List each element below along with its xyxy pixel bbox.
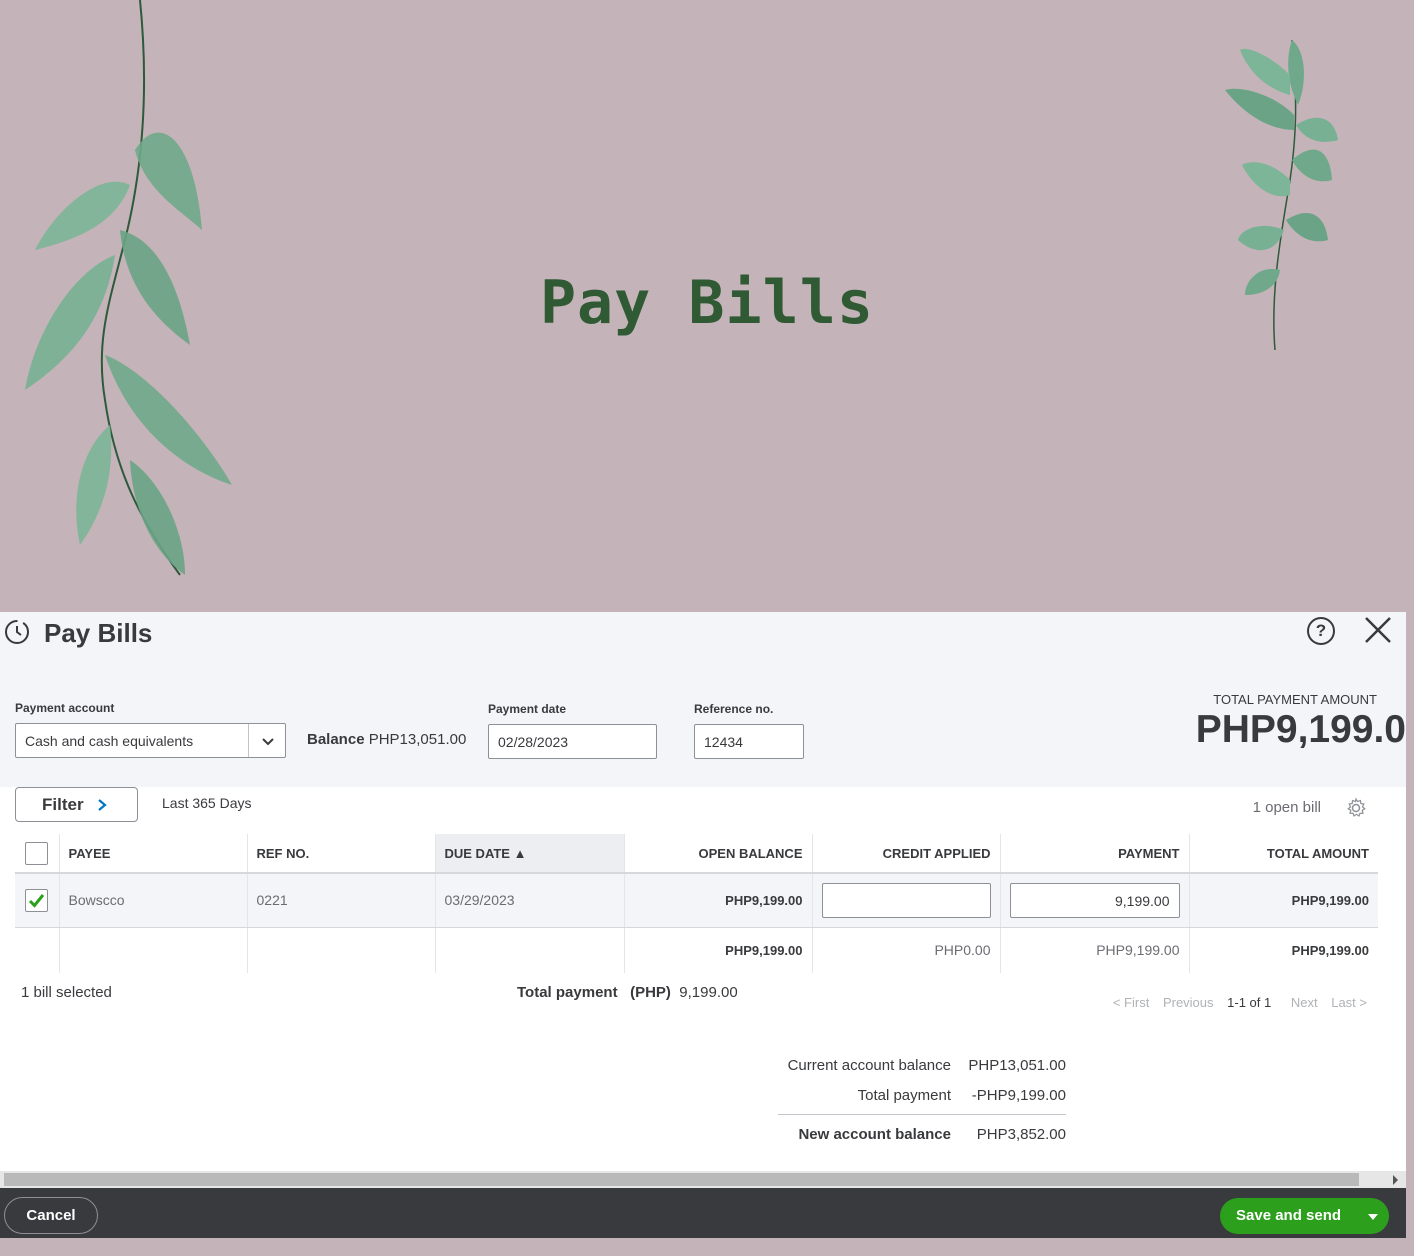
banner-title: Pay Bills	[539, 268, 875, 338]
reference-no-label: Reference no.	[694, 702, 774, 716]
total-payment-amount-label: TOTAL PAYMENT AMOUNT	[1213, 692, 1377, 707]
total-payment-column: PHP9,199.00	[999, 927, 1189, 973]
open-balance-cell: PHP9,199.00	[623, 873, 812, 928]
gear-icon[interactable]	[1345, 797, 1367, 819]
totals-spacer	[15, 927, 59, 973]
table-header-row: PAYEE REF NO. DUE DATE ▲ OPEN BALANCE CR…	[15, 834, 1378, 874]
pager-range: 1-1 of 1	[1227, 995, 1272, 1010]
payee-cell: Bowscco	[58, 873, 247, 928]
date-range-label: Last 365 Days	[162, 795, 252, 811]
pager-next[interactable]: Next	[1291, 995, 1318, 1010]
bills-table: PAYEE REF NO. DUE DATE ▲ OPEN BALANCE CR…	[15, 834, 1378, 973]
table-row[interactable]: Bowscco 0221 03/29/2023 PHP9,199.00 9,19…	[15, 873, 1378, 928]
new-balance-value: PHP3,852.00	[976, 1125, 1066, 1143]
total-amount-column: PHP9,199.00	[1188, 927, 1378, 973]
summary-payment-row: Total payment -PHP9,199.00	[778, 1080, 1066, 1110]
row-checkbox[interactable]	[25, 888, 49, 912]
select-all-checkbox[interactable]	[25, 841, 49, 865]
total-payment-currency: (PHP)	[630, 984, 671, 1001]
balance-summary: Current account balance PHP13,051.00 Tot…	[778, 1050, 1066, 1153]
totals-spacer	[58, 927, 247, 973]
current-balance-value: PHP13,051.00	[968, 1056, 1066, 1074]
totals-spacer	[246, 927, 435, 973]
column-header-total-amount[interactable]: TOTAL AMOUNT	[1188, 834, 1378, 874]
row-select-cell	[15, 873, 59, 928]
column-header-ref-no[interactable]: REF NO.	[246, 834, 435, 874]
pager-last[interactable]: Last >	[1331, 995, 1367, 1010]
open-bill-count: 1 open bill	[1252, 799, 1321, 816]
current-balance-label: Current account balance	[787, 1056, 951, 1074]
filter-button[interactable]: Filter	[15, 787, 138, 822]
payment-account-select[interactable]: Cash and cash equivalents	[15, 723, 286, 758]
credit-applied-input[interactable]	[821, 882, 991, 918]
balance-label: Balance	[307, 731, 365, 748]
column-header-credit-applied[interactable]: CREDIT APPLIED	[811, 834, 1000, 874]
help-icon[interactable]: ?	[1307, 617, 1335, 645]
bills-selected-count: 1 bill selected	[21, 984, 112, 1001]
summary-payment-value: -PHP9,199.00	[971, 1086, 1066, 1104]
totals-spacer	[434, 927, 624, 973]
reference-no-input[interactable]: 12434	[694, 724, 804, 759]
dialog-title: Pay Bills	[44, 618, 153, 648]
dialog-footer	[0, 1188, 1406, 1238]
horizontal-scrollbar[interactable]	[0, 1171, 1406, 1188]
scroll-right-arrow-icon[interactable]	[1393, 1175, 1398, 1185]
column-header-open-balance[interactable]: OPEN BALANCE	[623, 834, 812, 874]
banner: Pay Bills	[0, 0, 1414, 612]
column-header-payment[interactable]: PAYMENT	[999, 834, 1189, 874]
cancel-button[interactable]: Cancel	[4, 1197, 98, 1234]
total-payment-summary: Total payment (PHP) 9,199.00	[517, 984, 738, 1001]
close-icon[interactable]	[1362, 614, 1394, 646]
payment-account-label: Payment account	[15, 701, 115, 715]
summary-payment-label: Total payment	[857, 1086, 951, 1104]
column-header-payee[interactable]: PAYEE	[58, 834, 247, 874]
payment-cell: 9,199.00	[999, 873, 1189, 928]
scrollbar-thumb[interactable]	[4, 1173, 1359, 1186]
totals-row: PHP9,199.00 PHP0.00 PHP9,199.00 PHP9,199…	[15, 927, 1378, 973]
pagination: < First Previous 1-1 of 1 Next Last >	[1080, 995, 1367, 1010]
select-all-header	[15, 834, 59, 874]
payment-input[interactable]: 9,199.00	[1009, 882, 1180, 918]
pager-previous[interactable]: Previous	[1163, 995, 1214, 1010]
total-payment-value: 9,199.00	[679, 984, 738, 1001]
payment-date-label: Payment date	[488, 702, 567, 716]
ref-no-cell: 0221	[246, 873, 435, 928]
total-payment-amount: PHP9,199.0	[1195, 708, 1406, 751]
credit-applied-cell	[811, 873, 1000, 928]
total-payment-label: Total payment	[517, 984, 618, 1001]
total-amount-cell: PHP9,199.00	[1188, 873, 1378, 928]
chevron-down-icon[interactable]	[260, 733, 276, 749]
checkmark-icon	[29, 893, 45, 908]
save-and-send-label: Save and send	[1236, 1207, 1342, 1224]
save-and-send-button[interactable]: Save and send	[1220, 1198, 1389, 1234]
pager-first[interactable]: < First	[1113, 995, 1149, 1010]
account-balance: Balance PHP13,051.00	[307, 731, 466, 748]
balance-value: PHP13,051.00	[368, 731, 467, 748]
leaf-branch-illustration-right	[1225, 39, 1338, 351]
select-divider	[248, 724, 249, 757]
payment-account-value: Cash and cash equivalents	[25, 733, 194, 749]
payment-date-input[interactable]: 02/28/2023	[488, 724, 657, 759]
new-balance-label: New account balance	[798, 1125, 951, 1143]
total-credit-applied: PHP0.00	[811, 927, 1000, 973]
current-balance-row: Current account balance PHP13,051.00	[778, 1050, 1066, 1080]
total-open-balance: PHP9,199.00	[623, 927, 812, 973]
caret-down-icon[interactable]	[1368, 1214, 1378, 1220]
due-date-cell: 03/29/2023	[434, 873, 624, 928]
clock-history-icon	[5, 620, 29, 644]
new-balance-row: New account balance PHP3,852.00	[778, 1115, 1066, 1153]
filter-button-label: Filter	[42, 795, 84, 814]
chevron-right-icon	[98, 799, 107, 811]
column-header-due-date[interactable]: DUE DATE ▲	[434, 834, 624, 874]
